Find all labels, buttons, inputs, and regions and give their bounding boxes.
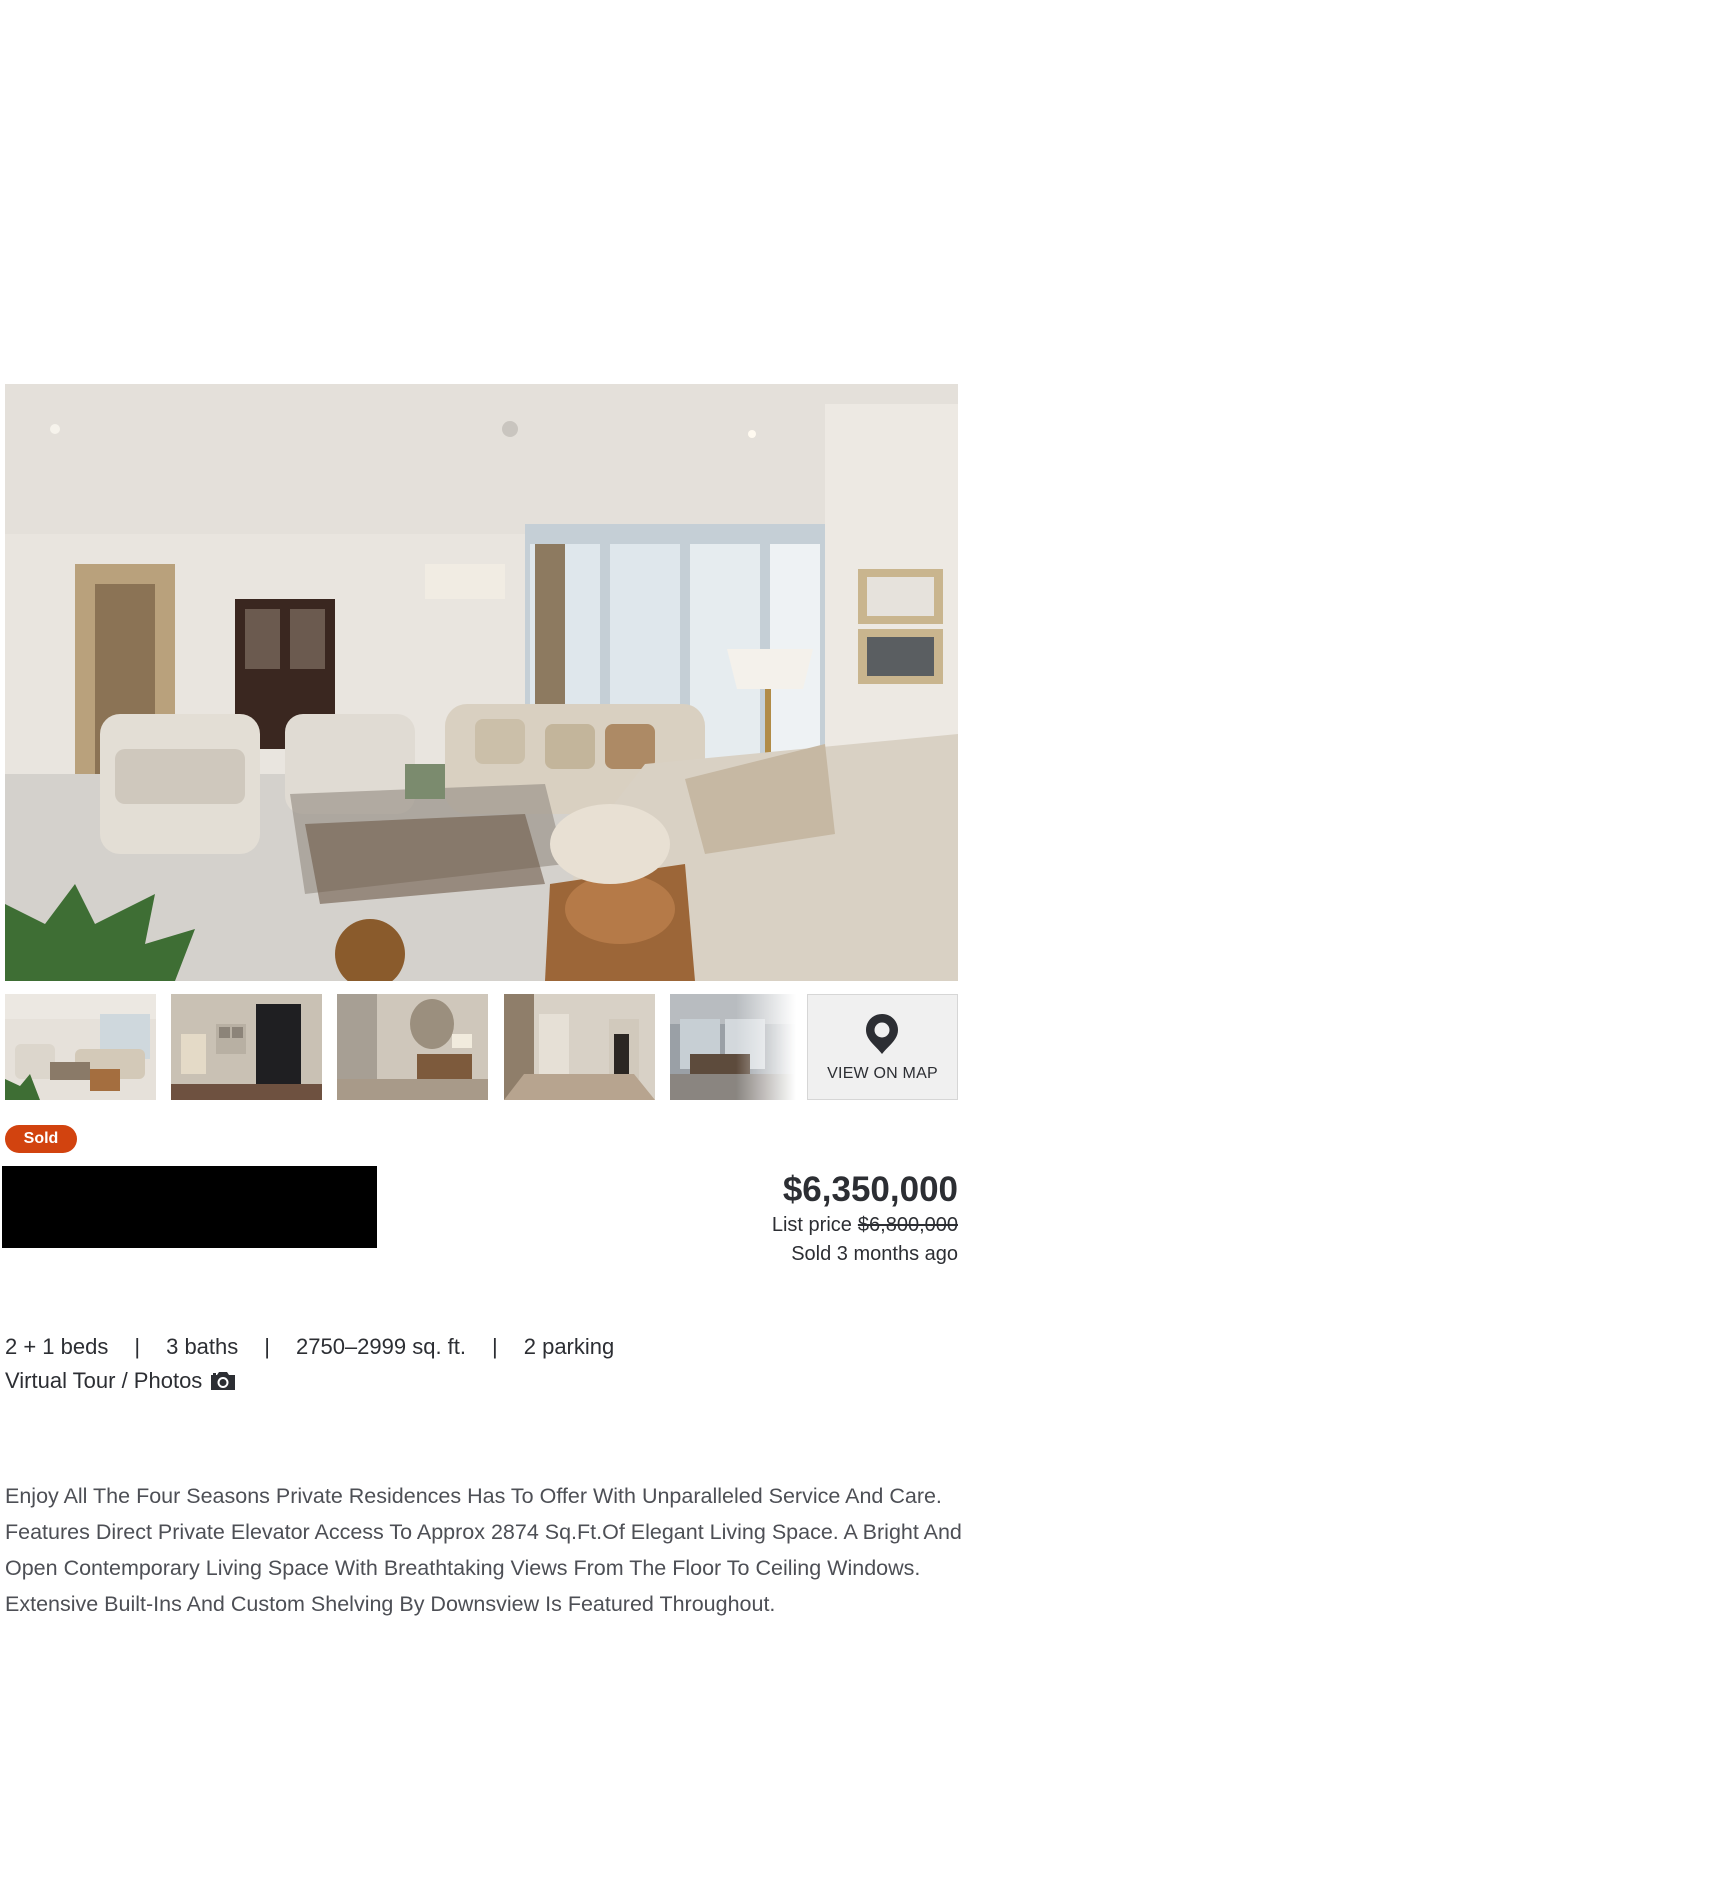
baths-stat: 3 baths [166, 1334, 239, 1359]
virtual-tour-link[interactable]: Virtual Tour / Photos [5, 1368, 237, 1394]
virtual-tour-label: Virtual Tour / Photos [5, 1368, 203, 1393]
thumbnail-foyer [337, 994, 488, 1100]
view-on-map-button[interactable]: VIEW ON MAP [807, 994, 958, 1100]
beds-stat: 2 + 1 beds [5, 1334, 109, 1359]
thumbnail-hallway [504, 994, 655, 1100]
list-price-label: List price [771, 1214, 852, 1236]
list-price-line: List price $6,800,000 [772, 1214, 958, 1237]
stat-separator: | [264, 1334, 270, 1359]
living-room-photo [5, 384, 958, 981]
photo-thumbnail[interactable] [337, 994, 488, 1100]
property-stats: 2 + 1 beds | 3 baths | 2750–2999 sq. ft.… [5, 1334, 614, 1360]
view-on-map-label: VIEW ON MAP [827, 1065, 938, 1082]
photo-thumbnail[interactable] [171, 994, 322, 1100]
photo-thumbnail[interactable] [5, 994, 156, 1100]
sold-price: $6,350,000 [782, 1170, 958, 1209]
map-pin-icon [866, 1014, 898, 1054]
redacted-address [2, 1166, 377, 1248]
photo-thumbnail[interactable] [670, 994, 796, 1100]
listing-description: Enjoy All The Four Seasons Private Resid… [5, 1484, 962, 1616]
main-listing-photo[interactable] [5, 384, 958, 981]
photo-thumbnails: VIEW ON MAP [5, 994, 958, 1100]
thumbnail-living-room [5, 994, 156, 1100]
stat-separator: | [492, 1334, 498, 1359]
stat-separator: | [134, 1334, 141, 1359]
thumbnail-dining [670, 994, 796, 1100]
sqft-stat: 2750–2999 sq. ft. [295, 1334, 467, 1359]
original-list-price: $6,800,000 [857, 1214, 958, 1236]
parking-stat: 2 parking [523, 1334, 615, 1359]
camera-icon [211, 1372, 236, 1390]
status-badge: Sold [5, 1125, 77, 1153]
sold-time: Sold 3 months ago [791, 1243, 958, 1265]
photo-thumbnail[interactable] [504, 994, 655, 1100]
thumbnail-entrance [171, 994, 322, 1100]
